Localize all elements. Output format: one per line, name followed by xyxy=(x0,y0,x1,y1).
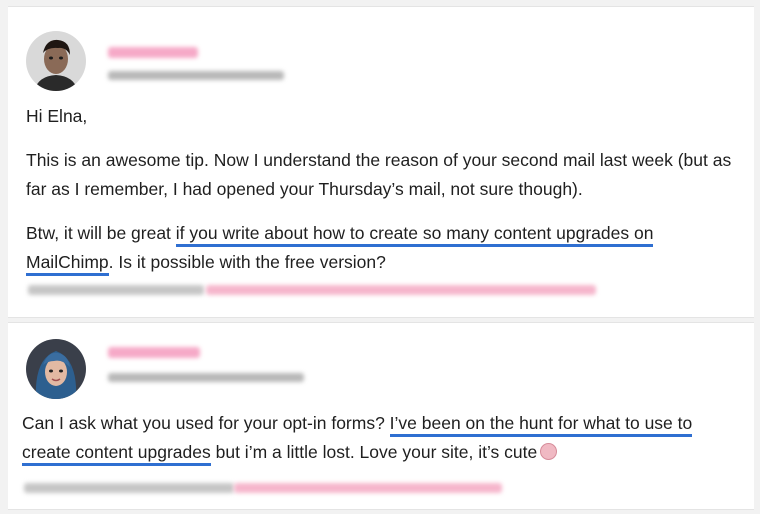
blurred-author-name xyxy=(108,47,198,58)
blurred-footer-links-pink xyxy=(234,483,502,493)
comment-body: Can I ask what you used for your opt-in … xyxy=(22,409,752,467)
comment-card-2: Can I ask what you used for your opt-in … xyxy=(8,322,754,510)
highlighted-text-continued: MailChimp xyxy=(26,252,109,276)
comment-paragraph-2: Btw, it will be great if you write about… xyxy=(26,219,746,277)
blurred-comment-date xyxy=(108,373,304,382)
comment-greeting: Hi Elna, xyxy=(26,106,88,126)
comment-avatar-2 xyxy=(26,339,86,399)
comment-avatar-1 xyxy=(26,31,86,91)
paragraph-text-end: . Is it possible with the free version? xyxy=(108,252,386,272)
highlighted-text-continued: create content upgrades xyxy=(22,442,211,466)
comment-card-1: Hi Elna, This is an awesome tip. Now I u… xyxy=(8,6,754,318)
blurred-footer-links xyxy=(24,483,234,493)
blurred-comment-date xyxy=(108,71,284,80)
smiling-face-emoji-icon xyxy=(540,443,558,460)
comment-paragraph-1: This is an awesome tip. Now I understand… xyxy=(26,150,732,199)
paragraph-text-end: but i’m a little lost. Love your site, i… xyxy=(210,442,538,462)
paragraph-text: Btw, it will be great xyxy=(26,223,176,243)
paragraph-text: Can I ask what you used for your opt-in … xyxy=(22,413,390,433)
blurred-author-name xyxy=(108,347,200,358)
blurred-footer-links-pink xyxy=(206,285,596,295)
blurred-footer-links xyxy=(28,285,204,295)
comments-screenshot: Hi Elna, This is an awesome tip. Now I u… xyxy=(0,0,760,514)
highlighted-text: if you write about how to create so many… xyxy=(175,223,654,247)
highlighted-text: I’ve been on the hunt for what to use to xyxy=(389,413,693,437)
